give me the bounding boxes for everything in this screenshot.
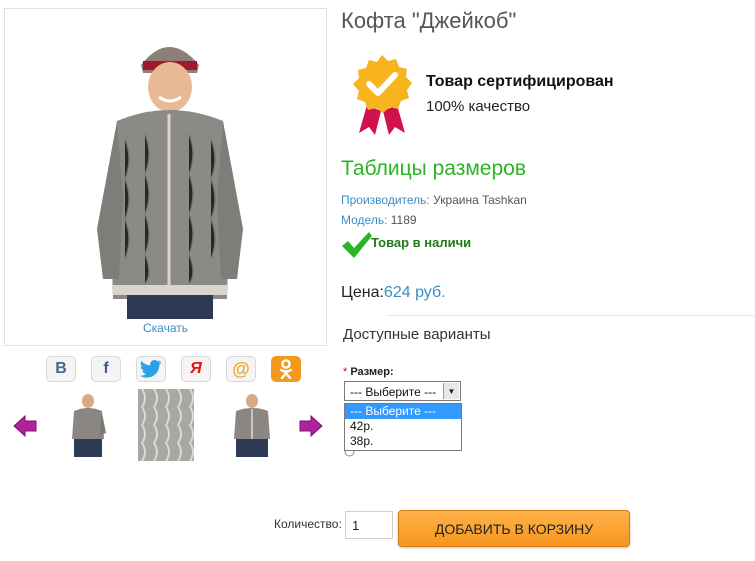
prev-arrow-icon[interactable] — [12, 414, 38, 438]
size-select-value: --- Выберите --- — [350, 385, 437, 399]
model-row: Модель: 1189 — [341, 213, 417, 227]
twitter-icon[interactable] — [136, 356, 166, 382]
price-value: 624 руб. — [383, 284, 446, 301]
manufacturer-value: Украина Tashkan — [433, 193, 527, 207]
checkmark-icon — [342, 232, 372, 258]
social-share-bar: B f Я @ — [46, 356, 301, 384]
product-image-box: Скачать — [4, 8, 327, 346]
required-mark: * — [343, 366, 348, 378]
odnoklassniki-icon[interactable] — [271, 356, 301, 382]
vkontakte-icon[interactable]: B — [46, 356, 76, 382]
add-to-cart-button[interactable]: ДОБАВИТЬ В КОРЗИНУ — [398, 510, 630, 547]
price-row: Цена:624 руб. — [341, 284, 446, 302]
certificate-subtitle: 100% качество — [426, 98, 531, 115]
manufacturer-row: Производитель: Украина Tashkan — [341, 193, 527, 207]
mailru-icon[interactable]: @ — [226, 356, 256, 382]
price-label: Цена: — [341, 284, 384, 301]
manufacturer-label[interactable]: Производитель: — [341, 193, 430, 207]
model-value: 1189 — [390, 213, 417, 227]
thumbnail-1[interactable] — [62, 393, 118, 459]
certificate-badge-icon — [353, 55, 412, 135]
divider — [388, 315, 755, 316]
size-option[interactable]: 38р. — [345, 434, 461, 449]
quantity-input[interactable] — [345, 511, 393, 539]
next-arrow-icon[interactable] — [298, 414, 324, 438]
size-option[interactable]: --- Выберите --- — [345, 404, 461, 419]
size-dropdown-list: --- Выберите --- 42р. 38р. — [344, 403, 462, 451]
facebook-icon[interactable]: f — [91, 356, 121, 382]
stock-status: Товар в наличи — [371, 235, 472, 250]
yandex-icon[interactable]: Я — [181, 356, 211, 382]
product-photo[interactable] — [89, 29, 249, 319]
chevron-down-icon[interactable]: ▼ — [443, 383, 459, 399]
thumbnail-3[interactable] — [224, 393, 280, 459]
size-label: * Размер: — [343, 366, 394, 378]
quantity-label: Количество: — [274, 517, 342, 531]
size-chart-link[interactable]: Таблицы размеров — [341, 157, 526, 181]
size-select[interactable]: --- Выберите --- ▼ — [344, 381, 461, 401]
download-link[interactable]: Скачать — [5, 321, 326, 335]
size-option[interactable]: 42р. — [345, 419, 461, 434]
model-label: Модель: — [341, 213, 388, 227]
size-label-text: Размер: — [350, 366, 394, 378]
certificate-title: Товар сертифицирован — [426, 73, 614, 90]
thumbnail-2[interactable] — [138, 389, 194, 461]
variants-heading: Доступные варианты — [343, 326, 491, 343]
product-title: Кофта "Джейкоб" — [341, 8, 517, 33]
